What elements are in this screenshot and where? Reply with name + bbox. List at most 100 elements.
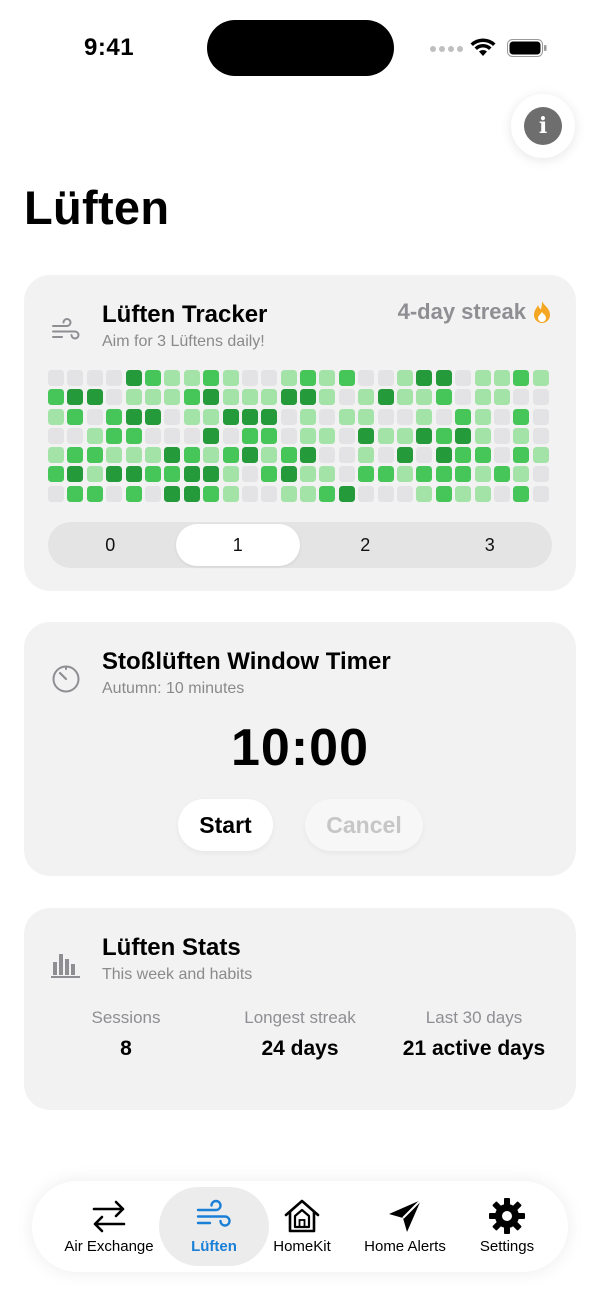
activity-cell: [67, 427, 84, 444]
activity-cell: [397, 485, 414, 502]
segment-option[interactable]: 2: [303, 522, 428, 568]
activity-cell: [319, 408, 336, 425]
activity-cell: [203, 389, 220, 406]
activity-cell: [222, 389, 239, 406]
activity-cell: [48, 466, 64, 483]
tab-bar: Air Exchange Lüften HomeKit Home Alerts: [32, 1181, 568, 1272]
activity-cell: [280, 485, 297, 502]
activity-cell: [86, 370, 103, 386]
stat-value: 21 active days: [402, 1037, 546, 1060]
activity-cell: [86, 389, 103, 406]
info-button[interactable]: i: [511, 94, 575, 158]
activity-cell: [397, 447, 414, 464]
tab-settings[interactable]: Settings: [464, 1181, 550, 1272]
start-button[interactable]: Start: [178, 799, 273, 851]
tab-home-alerts[interactable]: Home Alerts: [350, 1181, 460, 1272]
activity-cell: [48, 427, 64, 444]
segment-option[interactable]: 3: [428, 522, 553, 568]
activity-cell: [319, 389, 336, 406]
activity-cell: [474, 427, 491, 444]
activity-cell: [397, 466, 414, 483]
activity-cell: [241, 370, 258, 386]
activity-cell: [416, 389, 433, 406]
activity-cell: [241, 447, 258, 464]
activity-cell: [261, 389, 278, 406]
tab-air-exchange[interactable]: Air Exchange: [46, 1181, 172, 1272]
activity-cell: [125, 447, 142, 464]
activity-cell: [164, 408, 181, 425]
activity-cell: [48, 447, 64, 464]
activity-cell: [532, 408, 549, 425]
activity-cell: [106, 408, 123, 425]
activity-cell: [435, 389, 452, 406]
activity-cell: [48, 389, 64, 406]
cancel-button[interactable]: Cancel: [305, 799, 423, 851]
timer-display: 10:00: [231, 719, 369, 777]
activity-cell: [300, 447, 317, 464]
activity-cell: [455, 466, 472, 483]
activity-cell: [183, 447, 200, 464]
activity-cell: [474, 389, 491, 406]
activity-cell: [532, 389, 549, 406]
activity-cell: [513, 447, 530, 464]
activity-cell: [513, 389, 530, 406]
activity-cell: [144, 370, 161, 386]
tracker-card: Lüften Tracker Aim for 3 Lüftens daily! …: [24, 275, 576, 591]
activity-cell: [416, 408, 433, 425]
activity-cell: [164, 389, 181, 406]
status-bar: 9:41: [0, 0, 600, 96]
status-time: 9:41: [84, 34, 135, 61]
activity-cell: [125, 408, 142, 425]
activity-cell: [358, 466, 375, 483]
activity-cell: [222, 427, 239, 444]
activity-cell: [164, 427, 181, 444]
activity-cell: [164, 485, 181, 502]
activity-cell: [435, 408, 452, 425]
activity-cell: [455, 389, 472, 406]
activity-cell: [183, 485, 200, 502]
arrows-exchange-icon: [92, 1200, 126, 1233]
activity-cell: [125, 427, 142, 444]
activity-cell: [125, 370, 142, 386]
activity-cell: [144, 427, 161, 444]
activity-cell: [261, 466, 278, 483]
activity-cell: [377, 408, 394, 425]
stat-value: 24 days: [261, 1037, 339, 1060]
activity-cell: [300, 389, 317, 406]
activity-cell: [222, 370, 239, 386]
activity-cell: [397, 389, 414, 406]
tab-luften[interactable]: Lüften: [159, 1187, 269, 1266]
stats-title: Lüften Stats: [102, 934, 241, 961]
info-icon: i: [524, 107, 562, 145]
wind-icon: [52, 318, 80, 340]
activity-cell: [319, 466, 336, 483]
activity-cell: [300, 408, 317, 425]
activity-cell: [455, 427, 472, 444]
house-icon: [284, 1199, 320, 1233]
gear-icon: [489, 1198, 525, 1234]
activity-cell: [280, 427, 297, 444]
tab-label: Home Alerts: [364, 1238, 446, 1255]
segment-option[interactable]: 0: [48, 522, 173, 568]
activity-cell: [67, 447, 84, 464]
stat-label: Longest streak: [244, 1008, 356, 1027]
activity-cell: [338, 485, 355, 502]
activity-cell: [67, 485, 84, 502]
activity-cell: [338, 466, 355, 483]
daily-count-segmented-control[interactable]: 0123: [48, 522, 552, 568]
activity-cell: [513, 485, 530, 502]
activity-cell: [183, 408, 200, 425]
activity-cell: [338, 389, 355, 406]
activity-cell: [125, 466, 142, 483]
segment-option[interactable]: 1: [175, 524, 300, 566]
activity-cell: [222, 408, 239, 425]
tab-homekit[interactable]: HomeKit: [264, 1181, 340, 1272]
stat-longest-streak: Longest streak 24 days: [220, 1008, 380, 1061]
activity-cell: [300, 427, 317, 444]
activity-cell: [144, 466, 161, 483]
activity-cell: [164, 447, 181, 464]
activity-cell: [67, 466, 84, 483]
activity-cell: [300, 466, 317, 483]
activity-cell: [397, 427, 414, 444]
bar-chart-icon: [51, 954, 80, 978]
